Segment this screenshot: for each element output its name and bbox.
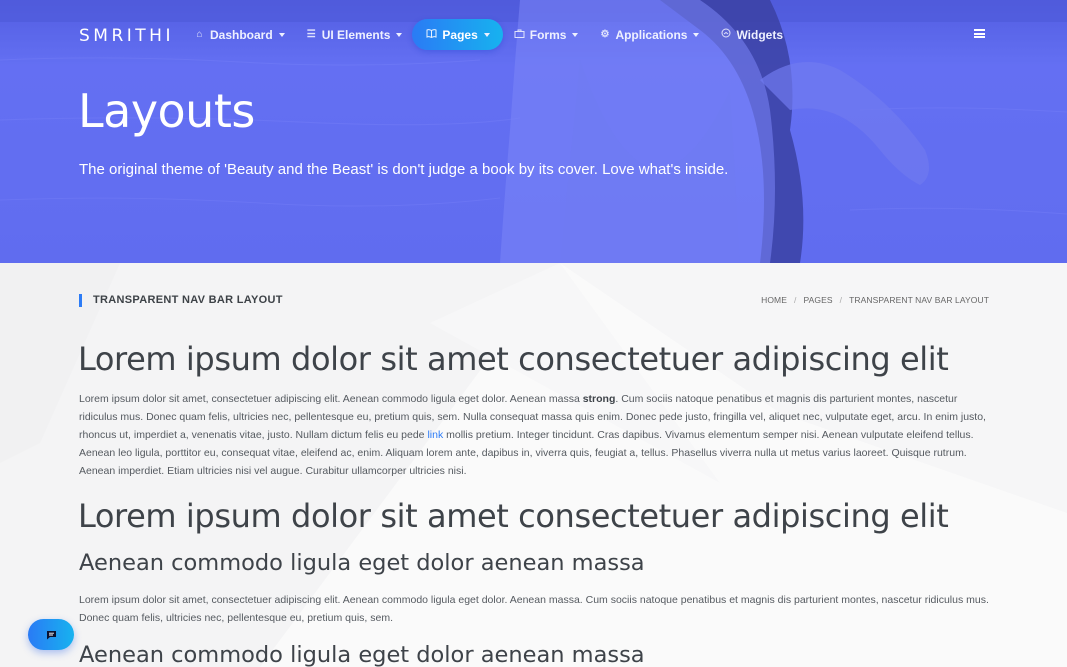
gear-icon: ⚙ — [600, 29, 610, 40]
chat-icon — [46, 630, 56, 639]
breadcrumb-separator: / — [794, 295, 797, 305]
chevron-down-icon — [572, 32, 579, 37]
nav-menu: ⌂ Dashboard ☰ UI Elements Pages Forms ⚙ … — [183, 19, 793, 50]
breadcrumb-separator: / — [839, 295, 843, 305]
sliders-icon: ☰ — [306, 29, 316, 40]
nav-item-label: Pages — [442, 27, 478, 42]
chat-button[interactable] — [28, 619, 74, 650]
chevron-down-icon — [278, 32, 285, 37]
breadcrumb-current: TRANSPARENT NAV BAR LAYOUT — [849, 295, 989, 305]
nav-item-dashboard[interactable]: ⌂ Dashboard — [183, 19, 295, 50]
page-header: TRANSPARENT NAV BAR LAYOUT HOME / PAGES … — [79, 294, 989, 308]
breadcrumb-pages[interactable]: PAGES — [803, 295, 832, 305]
menu-icon[interactable] — [974, 29, 985, 38]
nav-item-applications[interactable]: ⚙ Applications — [588, 19, 709, 50]
nav-item-widgets[interactable]: Widgets — [709, 19, 793, 50]
breadcrumb: HOME / PAGES / TRANSPARENT NAV BAR LAYOU… — [761, 295, 989, 305]
page-subtitle: The original theme of 'Beauty and the Be… — [79, 161, 729, 178]
top-navbar: SMRITHI ⌂ Dashboard ☰ UI Elements Pages … — [0, 0, 1067, 70]
inline-link[interactable]: link — [427, 429, 443, 441]
nav-item-forms[interactable]: Forms — [503, 19, 589, 50]
chevron-down-icon — [693, 32, 700, 37]
article-heading-3: Aenean commodo ligula eget dolor aenean … — [79, 550, 645, 576]
home-icon: ⌂ — [196, 29, 203, 40]
section-title: TRANSPARENT NAV BAR LAYOUT — [79, 294, 283, 307]
chevron-down-icon — [396, 32, 403, 37]
article-paragraph-2: Lorem ipsum dolor sit amet, consectetuer… — [79, 594, 989, 624]
article-heading-1: Lorem ipsum dolor sit amet consectetuer … — [78, 340, 949, 378]
article-heading-4: Aenean commodo ligula eget dolor aenean … — [79, 642, 645, 667]
breadcrumb-home[interactable]: HOME — [761, 295, 787, 305]
brand-logo[interactable]: SMRITHI — [79, 26, 174, 46]
briefcase-icon — [513, 29, 526, 41]
book-icon — [425, 28, 438, 41]
page-title: Layouts — [78, 84, 255, 138]
article-heading-2: Lorem ipsum dolor sit amet consectetuer … — [78, 497, 949, 535]
nav-item-pages[interactable]: Pages — [412, 19, 503, 50]
chevron-down-icon — [483, 32, 490, 37]
nav-item-label: UI Elements — [321, 27, 391, 42]
nav-item-ui-elements[interactable]: ☰ UI Elements — [295, 19, 413, 50]
paragraph-text: Lorem ipsum dolor sit amet, consectetuer… — [79, 393, 583, 405]
nav-item-label: Dashboard — [210, 27, 273, 42]
article-paragraph-1: Lorem ipsum dolor sit amet, consectetuer… — [79, 390, 991, 480]
nav-item-label: Applications — [615, 27, 688, 42]
nav-item-label: Forms — [529, 27, 567, 42]
strong-text: strong — [582, 393, 616, 405]
nav-item-label: Widgets — [736, 27, 784, 42]
gauge-icon — [719, 28, 732, 41]
